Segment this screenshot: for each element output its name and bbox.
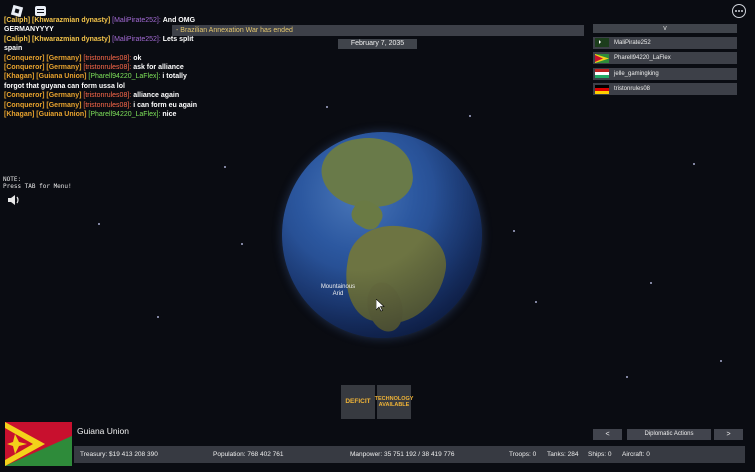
- country-name: Guiana Union: [77, 426, 129, 436]
- announcement-bar: - Brazilian Annexation War has ended: [172, 25, 584, 36]
- treasury-stat: Treasury: $19 413 208 390: [80, 451, 158, 458]
- more-options-icon[interactable]: [732, 4, 746, 18]
- troops-stat: Troops: 0: [509, 451, 537, 458]
- speaker-icon[interactable]: [7, 194, 21, 206]
- chat-text: nice: [162, 111, 177, 119]
- chat-rank: [Conqueror]: [4, 92, 45, 100]
- population-stat: Population: 768 402 761: [213, 451, 284, 458]
- stats-bar: Treasury: $19 413 208 390 Population: 76…: [74, 446, 745, 463]
- player-list-toggle[interactable]: v: [593, 24, 737, 33]
- chat-nation: [Germany]: [46, 92, 82, 100]
- chat-message: forgot that guyana can form ussa lol: [4, 82, 125, 90]
- deficit-button[interactable]: DEFICIT: [341, 385, 375, 419]
- player-name: Pharell94220_LaFlex: [614, 55, 671, 61]
- chat-message: [Conqueror] [Germany] [tristonrules08]: …: [4, 101, 304, 110]
- chat-rank: [Caliph]: [4, 35, 31, 43]
- chat-nation: [Khwarazmian dynasty]: [32, 35, 111, 43]
- chat-rank: [Khagan]: [4, 111, 35, 119]
- chat-text: ask for alliance: [133, 64, 184, 72]
- chat-username: [Pharell94220_LaFlex]:: [88, 73, 161, 81]
- chat-username: [tristonrules08]:: [83, 92, 132, 100]
- menu-hint-note: NOTE: Press TAB for Menu!: [3, 176, 72, 190]
- player-name: jelle_gamingking: [614, 70, 659, 77]
- chat-message: [Conqueror] [Germany] [tristonrules08]: …: [4, 54, 304, 63]
- chat-nation: [Germany]: [46, 64, 82, 72]
- player-row[interactable]: Pharell94220_LaFlex: [593, 52, 737, 64]
- chat-username: [MaliPirate252]:: [112, 35, 161, 43]
- chat-message: [Conqueror] [Germany] [tristonrules08]: …: [4, 91, 304, 100]
- chat-message: [Conqueror] [Germany] [tristonrules08]: …: [4, 63, 304, 72]
- player-name: tristonrules08: [614, 86, 651, 92]
- chat-text: i can form eu again: [133, 101, 197, 109]
- previous-diplomacy-button[interactable]: <: [593, 429, 622, 440]
- chat-nation: [Germany]: [46, 101, 82, 109]
- ships-stat: Ships: 0: [588, 451, 612, 458]
- chat-rank: [Conqueror]: [4, 54, 45, 62]
- manpower-stat: Manpower: 35 751 192 / 38 419 776: [350, 451, 455, 458]
- guiana-flag-icon: [595, 53, 609, 63]
- chat-nation: [Guiana Union]: [36, 73, 87, 81]
- diplomatic-actions-button[interactable]: Diplomatic Actions: [627, 429, 711, 440]
- chat-nation: [Guiana Union]: [36, 111, 87, 119]
- stripe-flag-icon: [595, 69, 609, 78]
- aircraft-stat: Aircraft: 0: [622, 451, 650, 458]
- chat-message: [Khagan] [Guiana Union] [Pharell94220_La…: [4, 72, 304, 81]
- chat-text: Lets split: [162, 35, 194, 43]
- chat-message: [Khagan] [Guiana Union] [Pharell94220_La…: [4, 110, 304, 119]
- chat-text: i totally: [162, 73, 187, 81]
- chat-rank: [Khagan]: [4, 73, 35, 81]
- next-diplomacy-button[interactable]: >: [714, 429, 743, 440]
- chat-nation: [Khwarazmian dynasty]: [32, 17, 111, 24]
- chat-username: [tristonrules08]:: [83, 64, 132, 72]
- player-list: v MaliPirate252 Pharell94220_LaFlex jell…: [593, 24, 737, 95]
- chat-message: [Caliph] [Khwarazmian dynasty] [MaliPira…: [4, 35, 304, 44]
- chat-username: [Pharell94220_LaFlex]:: [88, 111, 161, 119]
- chat-message: [Caliph] [Khwarazmian dynasty] [MaliPira…: [4, 16, 304, 25]
- player-row[interactable]: jelle_gamingking: [593, 67, 737, 80]
- chat-username: [tristonrules08]:: [83, 54, 132, 62]
- game-date: February 7, 2035: [338, 39, 417, 49]
- germany-flag-icon: [595, 84, 609, 94]
- player-name: MaliPirate252: [614, 39, 651, 46]
- tanks-stat: Tanks: 284: [547, 451, 579, 458]
- chat-message: spain: [4, 45, 23, 53]
- chat-text: ok: [133, 54, 142, 62]
- terrain-tooltip: Mountainous Arid: [320, 284, 356, 297]
- technology-available-button[interactable]: TECHNOLOGY AVAILABLE: [375, 385, 413, 419]
- chat-username: [MaliPirate252]:: [112, 17, 161, 24]
- chat-text: And OMG: [162, 17, 196, 24]
- country-flag: [5, 422, 72, 466]
- chat-text: alliance again: [133, 92, 180, 100]
- khwarazm-flag-icon: [595, 38, 609, 47]
- mouse-cursor-icon: [376, 299, 385, 312]
- player-row[interactable]: tristonrules08: [593, 83, 737, 95]
- chat-rank: [Conqueror]: [4, 64, 45, 72]
- chat-rank: [Conqueror]: [4, 101, 45, 109]
- chat-nation: [Germany]: [46, 54, 82, 62]
- chat-username: [tristonrules08]:: [83, 101, 132, 109]
- chat-rank: [Caliph]: [4, 17, 31, 24]
- player-row[interactable]: MaliPirate252: [593, 36, 737, 49]
